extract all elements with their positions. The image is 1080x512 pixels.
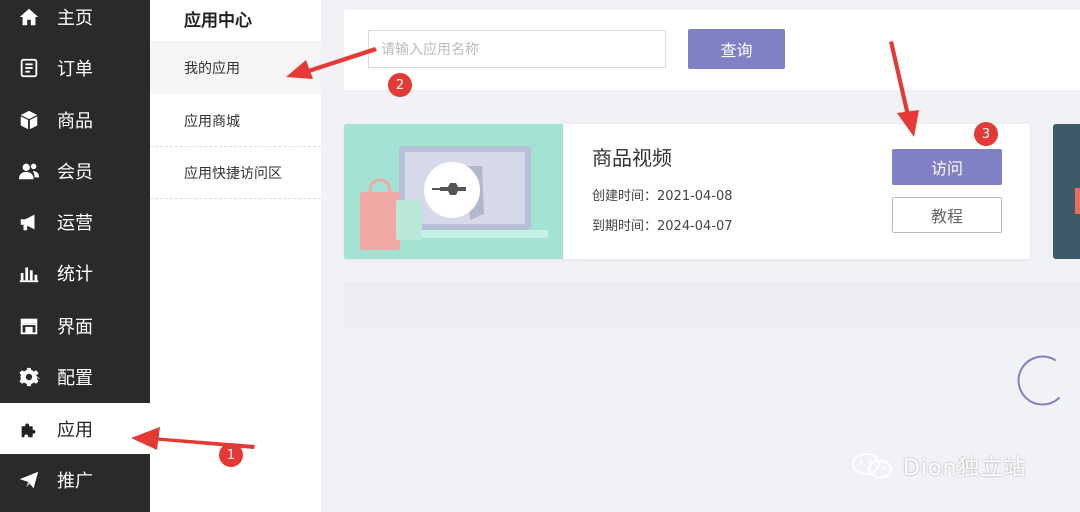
app-center-sidebar: 应用中心 我的应用 应用商城 应用快捷访问区 [150, 0, 321, 512]
gear-icon [17, 365, 41, 389]
subnav-item-app-store[interactable]: 应用商城 [150, 94, 321, 147]
nav-item-label: 界面 [57, 316, 93, 338]
expire-time-label: 到期时间： [592, 219, 658, 234]
megaphone-icon [17, 210, 41, 234]
loading-spinner-icon [1017, 355, 1060, 406]
created-time-value: 2021-04-08 [657, 189, 733, 204]
watermark: Dion独立站 [851, 450, 1026, 482]
nav-item-label: 配置 [57, 367, 93, 389]
wechat-icon [852, 453, 892, 479]
watermark-text: Dion独立站 [903, 456, 1027, 481]
annotation-marker-3: 3 [974, 122, 998, 146]
nav-item-label: 应用 [57, 419, 93, 441]
card-peek-tag [1075, 188, 1080, 214]
nav-item-products[interactable]: 商品 [0, 94, 150, 145]
nav-item-label: 订单 [57, 58, 93, 80]
expire-time: 到期时间：2024-04-07 [592, 215, 733, 234]
nav-item-label: 运营 [57, 212, 93, 234]
main-content: 请输入应用名称 查询 商品视频 创建时间：2021-04-08 到期时间：202… [321, 0, 1080, 512]
main-sidebar: 主页 订单 商品 会员 运营 统计 界面 配置 应用 推广 [0, 0, 150, 512]
app-name-search-input[interactable]: 请输入应用名称 [368, 30, 666, 68]
nav-item-label: 推广 [57, 470, 93, 492]
app-title: 商品视频 [592, 146, 672, 170]
list-footer [344, 282, 1080, 328]
nav-item-label: 统计 [57, 263, 93, 285]
annotation-marker-2: 2 [388, 73, 412, 97]
users-icon [17, 159, 41, 183]
nav-item-home[interactable]: 主页 [0, 0, 150, 42]
nav-item-members[interactable]: 会员 [0, 145, 150, 196]
app-card: 商品视频 创建时间：2021-04-08 到期时间：2024-04-07 访问 … [344, 124, 1030, 259]
expire-time-value: 2024-04-07 [657, 219, 733, 234]
subnav-item-quick-access[interactable]: 应用快捷访问区 [150, 146, 321, 199]
visit-button[interactable]: 访问 [892, 149, 1002, 185]
created-time: 创建时间：2021-04-08 [592, 185, 733, 204]
tutorial-button[interactable]: 教程 [892, 197, 1002, 233]
nav-item-label: 商品 [57, 110, 93, 132]
next-app-card-peek[interactable] [1053, 124, 1080, 259]
created-time-label: 创建时间： [592, 189, 658, 204]
query-button[interactable]: 查询 [688, 29, 785, 69]
store-icon [17, 314, 41, 338]
subnav-title: 应用中心 [184, 11, 252, 31]
nav-item-label: 会员 [57, 161, 93, 183]
nav-item-promotion[interactable]: 推广 [0, 454, 150, 505]
nav-item-operations[interactable]: 运营 [0, 196, 150, 247]
nav-item-statistics[interactable]: 统计 [0, 247, 150, 298]
nav-item-settings[interactable]: 配置 [0, 351, 150, 402]
subnav-item-my-apps[interactable]: 我的应用 [150, 41, 321, 94]
app-thumbnail [344, 124, 563, 259]
nav-item-label: 主页 [57, 7, 93, 29]
box-icon [17, 108, 41, 132]
annotation-marker-1: 1 [219, 443, 243, 467]
nav-item-orders[interactable]: 订单 [0, 42, 150, 93]
nav-item-apps[interactable]: 应用 [0, 403, 150, 454]
paper-plane-icon [17, 468, 41, 492]
puzzle-icon [17, 417, 41, 441]
bar-chart-icon [17, 261, 41, 285]
home-icon [17, 5, 41, 29]
nav-item-interface[interactable]: 界面 [0, 300, 150, 351]
order-icon [17, 56, 41, 80]
search-bar: 请输入应用名称 查询 [344, 10, 1080, 90]
